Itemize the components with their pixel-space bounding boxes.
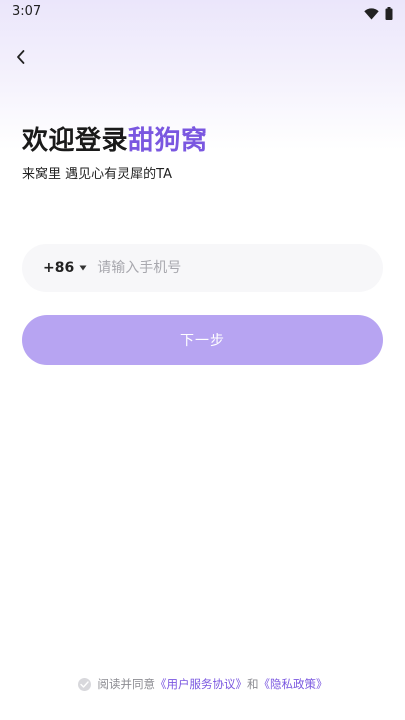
privacy-policy-link[interactable]: 《隐私政策》 <box>259 676 328 692</box>
check-circle-icon[interactable] <box>77 677 91 691</box>
title-prefix: 欢迎登录 <box>22 126 129 156</box>
phone-input[interactable] <box>97 248 358 288</box>
wifi-icon <box>364 5 379 24</box>
next-button[interactable]: 下一步 <box>22 315 383 365</box>
user-agreement-link[interactable]: 《用户服务协议》 <box>155 676 247 692</box>
agreement-prefix: 阅读并同意 <box>97 677 156 691</box>
status-time: 3:07 <box>12 4 42 19</box>
country-code-label: +86 <box>43 260 75 276</box>
agreement-row: 阅读并同意 《用户服务协议》 和 《隐私政策》 <box>0 676 405 692</box>
status-bar: 3:07 <box>0 0 405 24</box>
chevron-left-icon <box>15 49 27 69</box>
page-subtitle: 来窝里 遇见心有灵犀的TA <box>22 167 172 182</box>
title-brand: 甜狗窝 <box>128 126 208 156</box>
phone-field: +86 <box>22 244 383 292</box>
back-button[interactable] <box>8 46 34 72</box>
caret-down-icon <box>79 265 87 271</box>
agreement-connector: 和 <box>247 677 259 691</box>
battery-icon <box>385 5 393 24</box>
page-title: 欢迎登录甜狗窝 <box>22 120 208 157</box>
status-icons <box>364 5 393 24</box>
country-code-selector[interactable]: +86 <box>43 260 87 276</box>
